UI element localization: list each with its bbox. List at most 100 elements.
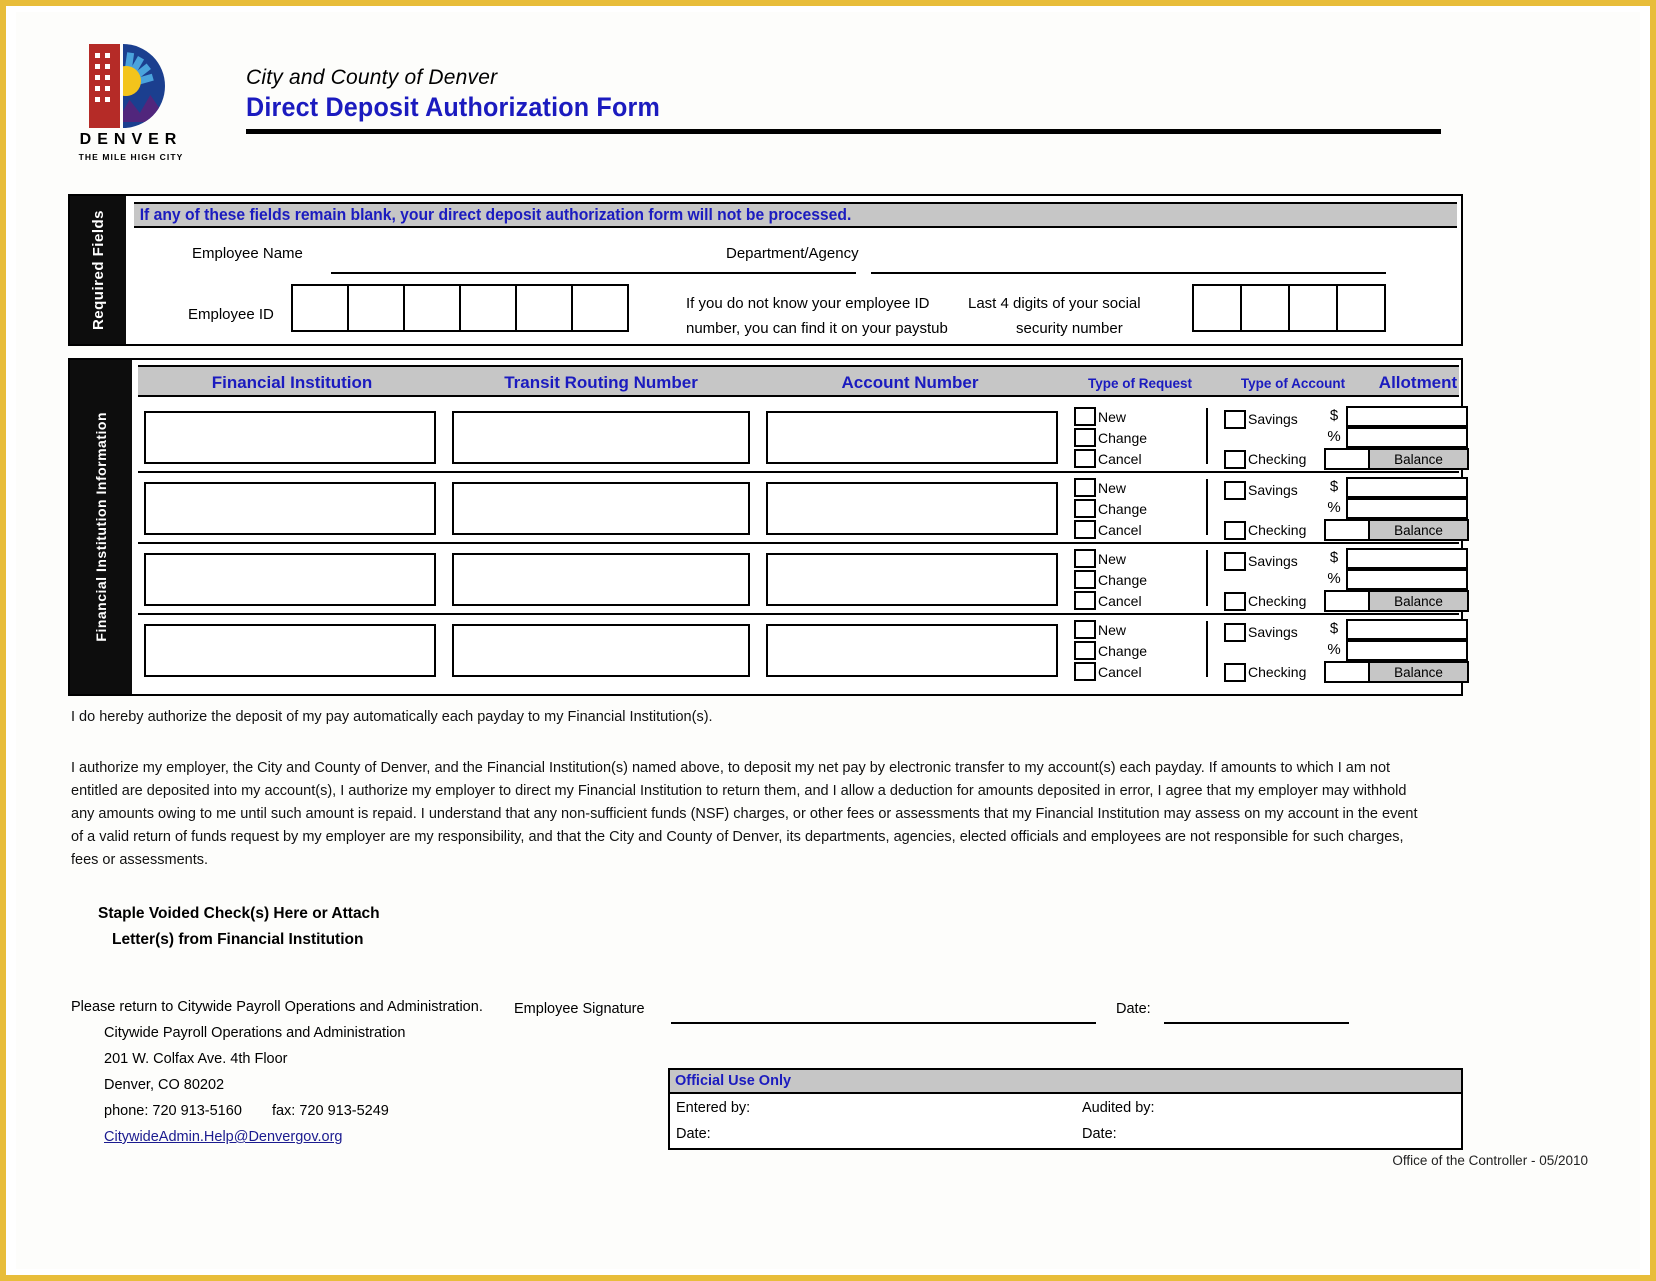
employee-id-digit[interactable] bbox=[571, 284, 629, 332]
building-icon bbox=[89, 44, 120, 128]
account-savings-checkbox[interactable] bbox=[1224, 622, 1246, 642]
account-number-input[interactable] bbox=[766, 553, 1058, 606]
return-org: Citywide Payroll Operations and Administ… bbox=[104, 1025, 406, 1041]
required-fields-section: Required Fields If any of these fields r… bbox=[68, 194, 1463, 346]
allotment-balance-checkbox[interactable] bbox=[1324, 661, 1370, 683]
employee-id-boxes[interactable] bbox=[291, 284, 629, 332]
employee-id-hint-line1: If you do not know your employee ID bbox=[686, 295, 930, 312]
ssn-boxes[interactable] bbox=[1192, 284, 1386, 332]
controller-footer: Office of the Controller - 05/2010 bbox=[1392, 1153, 1588, 1168]
form-subtitle: City and County of Denver bbox=[246, 66, 498, 89]
allotment-dollar-input[interactable] bbox=[1346, 406, 1468, 427]
return-fax: fax: 720 913-5249 bbox=[271, 1103, 389, 1119]
transit-routing-input[interactable] bbox=[452, 553, 750, 606]
allotment-dollar-symbol: $ bbox=[1329, 478, 1339, 495]
authorization-line: I do hereby authorize the deposit of my … bbox=[71, 709, 713, 725]
return-email-link[interactable]: CitywideAdmin.Help@Denvergov.org bbox=[104, 1129, 343, 1145]
ssn-digit[interactable] bbox=[1288, 284, 1338, 332]
allotment-dollar-input[interactable] bbox=[1346, 619, 1468, 640]
column-divider bbox=[1206, 621, 1208, 677]
audited-date-label: Date: bbox=[1082, 1126, 1117, 1142]
account-number-input[interactable] bbox=[766, 482, 1058, 535]
request-new-checkbox[interactable] bbox=[1074, 478, 1096, 497]
department-input[interactable] bbox=[871, 272, 1386, 274]
signature-date-label: Date: bbox=[1116, 1001, 1151, 1017]
financial-institution-input[interactable] bbox=[144, 411, 436, 464]
denver-logo: DENVER THE MILE HIGH CITY bbox=[71, 40, 191, 162]
request-change-checkbox[interactable] bbox=[1074, 641, 1096, 660]
account-savings-checkbox[interactable] bbox=[1224, 551, 1246, 571]
return-intro: Please return to Citywide Payroll Operat… bbox=[71, 999, 483, 1015]
request-new-checkbox[interactable] bbox=[1074, 407, 1096, 426]
request-change-checkbox[interactable] bbox=[1074, 499, 1096, 518]
allotment-percent-input[interactable] bbox=[1346, 427, 1468, 448]
employee-id-digit[interactable] bbox=[347, 284, 405, 332]
account-checking-checkbox[interactable] bbox=[1224, 520, 1246, 540]
employee-id-digit[interactable] bbox=[515, 284, 573, 332]
account-savings-checkbox[interactable] bbox=[1224, 480, 1246, 500]
page-border: DENVER THE MILE HIGH CITY City and Count… bbox=[0, 0, 1656, 1281]
request-change-checkbox[interactable] bbox=[1074, 570, 1096, 589]
allotment-percent-input[interactable] bbox=[1346, 569, 1468, 590]
transit-routing-input[interactable] bbox=[452, 624, 750, 677]
account-checking-checkbox[interactable] bbox=[1224, 662, 1246, 682]
ssn-digit[interactable] bbox=[1240, 284, 1290, 332]
financial-institution-tab-label: Financial Institution Information bbox=[93, 412, 109, 642]
employee-signature-input[interactable] bbox=[671, 1022, 1096, 1024]
allotment-dollar-input[interactable] bbox=[1346, 477, 1468, 498]
financial-institution-input[interactable] bbox=[144, 553, 436, 606]
allotment-balance-label: Balance bbox=[1370, 590, 1469, 612]
signature-date-input[interactable] bbox=[1164, 1022, 1349, 1024]
column-divider bbox=[1206, 408, 1208, 464]
allotment-percent-input[interactable] bbox=[1346, 498, 1468, 519]
allotment-dollar-input[interactable] bbox=[1346, 548, 1468, 569]
staple-line2: Letter(s) from Financial Institution bbox=[112, 931, 364, 948]
request-new-checkbox[interactable] bbox=[1074, 620, 1096, 639]
request-cancel-checkbox[interactable] bbox=[1074, 591, 1096, 610]
return-phone: phone: 720 913-5160 bbox=[104, 1103, 242, 1119]
employee-id-digit[interactable] bbox=[459, 284, 517, 332]
allotment-percent-symbol: % bbox=[1327, 641, 1341, 658]
employee-id-digit[interactable] bbox=[403, 284, 461, 332]
financial-institution-input[interactable] bbox=[144, 624, 436, 677]
request-cancel-checkbox[interactable] bbox=[1074, 449, 1096, 468]
request-new-label: New bbox=[1098, 479, 1127, 496]
employee-name-label: Employee Name bbox=[192, 245, 303, 262]
column-header-type-of-request: Type of Request bbox=[1087, 375, 1192, 391]
account-checking-checkbox[interactable] bbox=[1224, 591, 1246, 611]
allotment-balance-label: Balance bbox=[1370, 448, 1469, 470]
request-cancel-label: Cancel bbox=[1098, 592, 1142, 609]
employee-signature-label: Employee Signature bbox=[514, 1001, 645, 1017]
request-new-checkbox[interactable] bbox=[1074, 549, 1096, 568]
ssn-digit[interactable] bbox=[1336, 284, 1386, 332]
account-checking-checkbox[interactable] bbox=[1224, 449, 1246, 469]
transit-routing-input[interactable] bbox=[452, 411, 750, 464]
ssn-digit[interactable] bbox=[1192, 284, 1242, 332]
ssn-label-line1: Last 4 digits of your social bbox=[968, 295, 1141, 312]
request-change-label: Change bbox=[1098, 642, 1148, 659]
title-divider bbox=[246, 129, 1441, 134]
allotment-percent-input[interactable] bbox=[1346, 640, 1468, 661]
employee-name-input[interactable] bbox=[331, 272, 856, 274]
employee-id-digit[interactable] bbox=[291, 284, 349, 332]
logo-semicircle-icon bbox=[123, 44, 165, 128]
account-number-input[interactable] bbox=[766, 411, 1058, 464]
request-cancel-checkbox[interactable] bbox=[1074, 662, 1096, 681]
account-savings-checkbox[interactable] bbox=[1224, 409, 1246, 429]
request-cancel-checkbox[interactable] bbox=[1074, 520, 1096, 539]
denver-logo-mark-icon bbox=[81, 40, 181, 128]
allotment-balance-checkbox[interactable] bbox=[1324, 590, 1370, 612]
page-title: Direct Deposit Authorization Form bbox=[246, 92, 660, 122]
authorization-paragraph: I authorize my employer, the City and Co… bbox=[71, 760, 1418, 868]
request-change-label: Change bbox=[1098, 500, 1148, 517]
staple-line1: Staple Voided Check(s) Here or Attach bbox=[98, 905, 380, 922]
account-number-input[interactable] bbox=[766, 624, 1058, 677]
return-address-block: Please return to Citywide Payroll Operat… bbox=[71, 994, 483, 1150]
allotment-balance-checkbox[interactable] bbox=[1324, 519, 1370, 541]
request-change-label: Change bbox=[1098, 571, 1148, 588]
transit-routing-input[interactable] bbox=[452, 482, 750, 535]
request-change-checkbox[interactable] bbox=[1074, 428, 1096, 447]
allotment-percent-symbol: % bbox=[1327, 428, 1341, 445]
financial-institution-input[interactable] bbox=[144, 482, 436, 535]
allotment-balance-checkbox[interactable] bbox=[1324, 448, 1370, 470]
